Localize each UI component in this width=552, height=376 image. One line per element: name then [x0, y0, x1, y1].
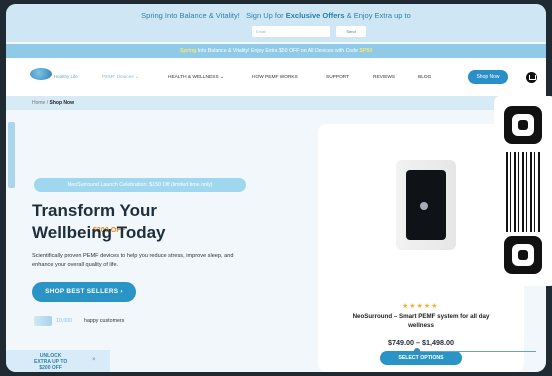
banner-prefix: Spring Into Balance & Vitality!: [141, 11, 240, 20]
unlock-text: UNLOCK EXTRA UP TO $200 OFF: [34, 353, 67, 371]
cart-icon[interactable]: [526, 72, 537, 83]
signup-banner: Spring Into Balance & Vitality! Sign Up …: [6, 4, 546, 234]
nav-reviews[interactable]: REVIEWS: [373, 75, 395, 80]
scroller-track: [416, 351, 536, 352]
launch-badge: NeoSurround Launch Celebration: $150 Off…: [34, 178, 246, 192]
logo-mark-icon: [30, 68, 52, 80]
send-button[interactable]: Send: [336, 26, 366, 37]
hero-description: Scientifically proven PEMF devices to he…: [32, 252, 292, 270]
nav-support[interactable]: SUPPORT: [326, 75, 349, 80]
main-navigation: Healthy Life PEMF Devices ⌄ HEALTH & WEL…: [6, 58, 546, 96]
hero-title-line2: Wellbeing Today: [32, 223, 166, 242]
carousel-scroller[interactable]: [406, 348, 546, 354]
promo-lead: Spring: [179, 48, 197, 54]
hero-desc-line2: enhance your overall quality of life.: [32, 262, 119, 268]
banner-middle: & Enjoy Extra up to: [346, 11, 411, 20]
customers-avatars-icon: [34, 316, 52, 326]
hero-section: NeoSurround Launch Celebration: $150 Off…: [6, 110, 306, 372]
shop-now-button[interactable]: Shop Now: [468, 70, 508, 84]
device-panel: [406, 170, 446, 240]
unlock-offer-popup[interactable]: UNLOCK EXTRA UP TO $200 OFF ×: [6, 350, 110, 372]
breadcrumb-separator: /: [46, 100, 49, 106]
banner-bold: Exclusive Offers: [285, 11, 345, 20]
product-price: $749.00 – $1,498.00: [388, 338, 454, 347]
promo-text: Into Balance & Vitality! Enjoy Extra $50…: [197, 48, 358, 54]
product-image[interactable]: [396, 160, 456, 250]
logo-text: Healthy Life: [54, 74, 78, 79]
brand-logo[interactable]: Healthy Life: [26, 66, 84, 88]
happy-customers: 10,000 happy customers: [34, 316, 194, 328]
signup-message: Spring Into Balance & Vitality! Sign Up …: [6, 11, 546, 234]
product-name[interactable]: NeoSurround – Smart PEMF system for all …: [328, 312, 514, 330]
breadcrumb: Home / Shop Now: [6, 96, 546, 110]
email-field[interactable]: Email: [252, 26, 330, 37]
qr-code-icon: [506, 152, 540, 232]
nav-health-wellness[interactable]: HEALTH & WELLNESS ⌄: [168, 75, 224, 80]
app-logo-icon: [504, 236, 542, 274]
scroller-handle[interactable]: [414, 348, 420, 354]
hero-desc-line1: Scientifically proven PEMF devices to he…: [32, 253, 234, 259]
product-name-line2: wellness: [408, 322, 434, 329]
breadcrumb-home[interactable]: Home: [32, 100, 45, 106]
breadcrumb-current: Shop Now: [49, 100, 74, 106]
product-name-line1: NeoSurround – Smart PEMF system for all …: [352, 313, 490, 320]
hero-title-line1: Transform Your: [32, 201, 158, 220]
qr-code-overlay: [494, 96, 552, 286]
banner-signup: Sign Up for: [246, 11, 284, 20]
happy-label: happy customers: [84, 318, 125, 324]
promo-code: SP50: [359, 48, 373, 54]
unlock-line3: $200 OFF: [39, 365, 62, 371]
promo-bar: Spring Into Balance & Vitality! Enjoy Ex…: [6, 44, 546, 58]
nav-how-pemf-works[interactable]: HOW PEMF WORKS: [252, 75, 298, 80]
happy-count: 10,000: [56, 318, 73, 324]
rating-stars: ★★★★★: [402, 303, 439, 310]
shop-best-sellers-button[interactable]: SHOP BEST SELLERS ›: [32, 282, 136, 302]
app-logo-icon: [504, 106, 542, 144]
hero-title: Transform Your Wellbeing Today: [32, 200, 302, 244]
close-icon[interactable]: ×: [92, 357, 96, 363]
browser-frame: Spring Into Balance & Vitality! Sign Up …: [6, 4, 546, 372]
nav-blog[interactable]: BLOG: [418, 75, 431, 80]
nav-pemf-devices[interactable]: PEMF Devices ⌄: [102, 75, 139, 80]
